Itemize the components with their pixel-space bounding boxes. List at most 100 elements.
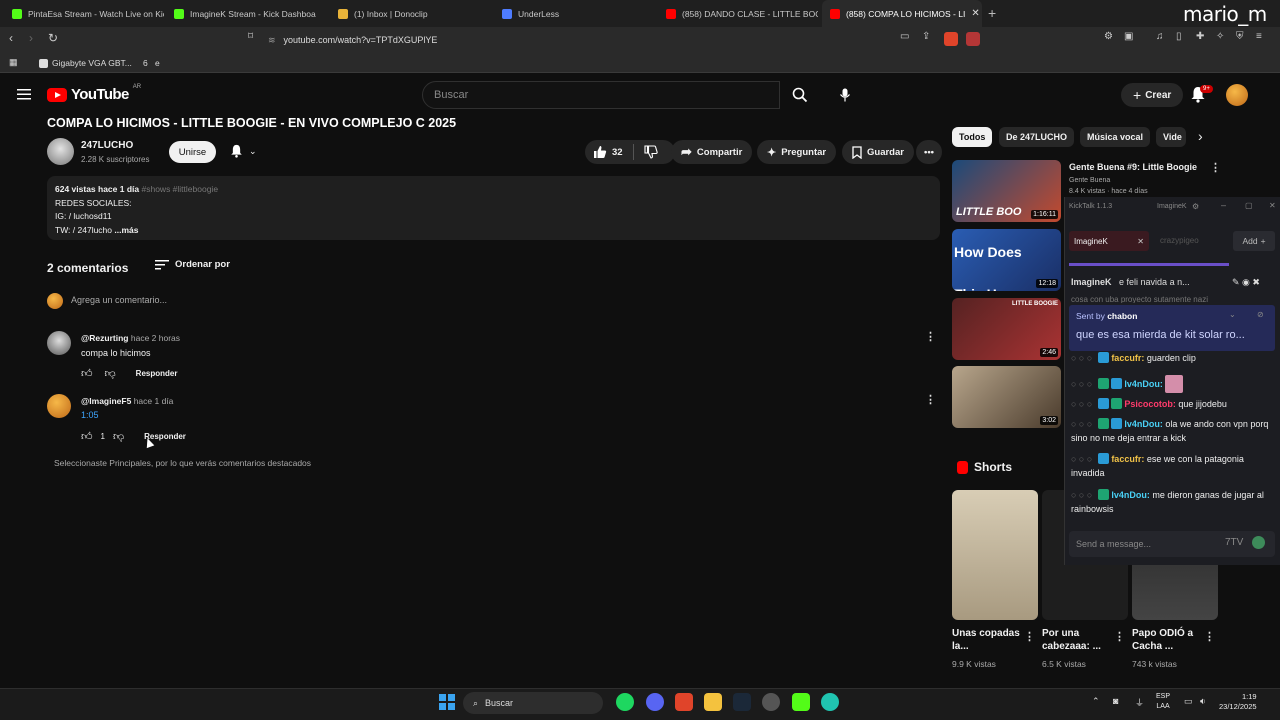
comment-author[interactable]: @Rezurting hace 2 horas xyxy=(81,333,180,343)
volume-icon[interactable]: 🔉︎ xyxy=(1200,696,1206,707)
url-field[interactable]: ≋ youtube.com/watch?v=TPTdXGUPlYE xyxy=(268,31,868,49)
comment-author[interactable]: @ImagineF5 hace 1 día xyxy=(81,396,173,406)
close-tab-icon[interactable]: ✕ xyxy=(1137,237,1144,246)
comment-menu-icon[interactable]: ⋮ xyxy=(925,393,936,406)
kicktalk-icon[interactable] xyxy=(821,693,839,711)
wallet-icon[interactable]: ▣ xyxy=(1124,31,1133,42)
description-line[interactable]: IG: / luchosd11 xyxy=(55,210,932,224)
short-thumbnail[interactable] xyxy=(952,490,1038,620)
taskbar-search[interactable]: ⌕ Buscar xyxy=(463,692,603,714)
account-avatar[interactable] xyxy=(1226,84,1248,106)
browser-tab[interactable]: (858) DANDO CLASE - LITTLE BOOGIE xyxy=(658,0,818,27)
subscription-bell-button[interactable]: ⌄ xyxy=(230,144,257,158)
file-explorer-icon[interactable] xyxy=(704,693,722,711)
show-more-link[interactable]: ...más xyxy=(114,225,138,235)
pin-icons[interactable]: ✎ ◉ ✖ xyxy=(1232,277,1260,288)
chat-username[interactable]: faccufr: xyxy=(1111,454,1144,464)
description-line[interactable]: TW: / 247lucho xyxy=(55,225,112,235)
forward-icon[interactable]: › xyxy=(29,31,33,45)
close-window-icon[interactable]: ✕ xyxy=(1269,201,1276,210)
search-input[interactable]: Buscar xyxy=(422,81,780,109)
video-title[interactable]: Gente Buena #9: Little Boogie xyxy=(1069,162,1197,172)
pinned-user[interactable]: ImagineK xyxy=(1071,277,1112,287)
tray-chevron-icon[interactable]: ⌃ xyxy=(1092,696,1100,707)
brave-shield-icon[interactable] xyxy=(944,32,958,46)
message-tools[interactable]: ○ ○ ○ xyxy=(1071,353,1092,363)
close-tab-icon[interactable]: ✕ xyxy=(971,8,979,19)
reload-icon[interactable]: ↻ xyxy=(48,31,58,45)
minimize-icon[interactable]: – xyxy=(1221,200,1226,210)
unpin-icon[interactable]: ⊘ xyxy=(1257,310,1264,319)
short-title[interactable]: Papo ODIÓ a Cacha ... xyxy=(1132,627,1202,653)
comment-like-icon[interactable]: 👍︎ xyxy=(81,367,93,380)
chat-username[interactable]: lv4nDou: xyxy=(1111,490,1150,500)
tray-app-icon[interactable]: ◙ xyxy=(1113,696,1118,706)
more-actions-button[interactable]: ••• xyxy=(916,140,942,164)
maximize-icon[interactable]: ▢ xyxy=(1245,201,1253,210)
cast-icon[interactable]: ▭ xyxy=(900,31,909,42)
youtube-logo[interactable]: YouTube AR xyxy=(47,84,141,103)
hamburger-menu-icon[interactable] xyxy=(16,86,32,102)
hashtags[interactable]: #shows #littleboogie xyxy=(142,184,219,194)
save-button[interactable]: Guardar xyxy=(842,140,914,164)
chip-vocal-music[interactable]: Música vocal xyxy=(1080,127,1151,147)
browser-tab[interactable]: (1) Inbox | Donoclip xyxy=(330,0,490,27)
video-menu-icon[interactable]: ⋮ xyxy=(1210,161,1221,174)
chat-username[interactable]: lv4nDou: xyxy=(1124,379,1163,389)
network-icon[interactable]: ▭ xyxy=(1184,696,1193,707)
message-tools[interactable]: ○ ○ ○ xyxy=(1071,419,1092,429)
bookmark-icon[interactable]: ⌑ xyxy=(248,31,253,42)
message-tools[interactable]: ○ ○ ○ xyxy=(1071,379,1092,389)
input-language[interactable]: ESP LAA xyxy=(1156,692,1170,712)
video-thumbnail[interactable]: How Does This Happ 12:18 xyxy=(952,229,1061,291)
comment-avatar[interactable] xyxy=(47,394,71,418)
share-button[interactable]: ➦ Compartir xyxy=(671,140,753,164)
search-button[interactable] xyxy=(780,81,820,109)
video-channel[interactable]: Gente Buena xyxy=(1069,177,1110,184)
comment-dislike-icon[interactable]: 👎︎ xyxy=(105,367,116,380)
voice-search-button[interactable] xyxy=(834,84,856,106)
timestamp-link[interactable]: 1:05 xyxy=(81,410,99,420)
menu-icon[interactable]: ≡ xyxy=(1256,31,1262,42)
reply-button[interactable]: Responder xyxy=(136,369,178,378)
comment-avatar[interactable] xyxy=(47,331,71,355)
video-thumbnail[interactable]: 3:02 xyxy=(952,366,1061,428)
bookmark-item[interactable]: 6 xyxy=(143,58,148,68)
chip-channel[interactable]: De 247LUCHO xyxy=(999,127,1075,147)
bookmark-item[interactable]: Gigabyte VGA GBT... xyxy=(39,58,132,68)
short-menu-icon[interactable]: ⋮ xyxy=(1204,630,1215,643)
emoji-icon[interactable] xyxy=(1252,536,1265,549)
message-tools[interactable]: ○ ○ ○ xyxy=(1071,399,1092,409)
extensions-icon[interactable]: ⚙ xyxy=(1104,31,1113,42)
sidebar-icon[interactable]: ▯ xyxy=(1176,31,1182,42)
short-title[interactable]: Por una cabezaaa: ... xyxy=(1042,627,1112,653)
new-tab-icon[interactable]: + xyxy=(988,5,996,21)
emote-picker-icon[interactable]: 7TV xyxy=(1225,537,1243,548)
comment-menu-icon[interactable]: ⋮ xyxy=(925,330,936,343)
apps-icon[interactable]: ▦ xyxy=(9,57,18,68)
system-clock[interactable]: 1:19 23/12/2025 xyxy=(1219,692,1257,712)
join-button[interactable]: Unirse xyxy=(169,141,216,163)
extension-icon[interactable] xyxy=(966,32,980,46)
video-thumbnail[interactable]: LITTLE BOOGIE 2:46 xyxy=(952,298,1061,360)
chat-username[interactable]: Psicocotob: xyxy=(1124,399,1176,409)
channel-avatar[interactable] xyxy=(47,138,74,165)
discord-icon[interactable] xyxy=(646,693,664,711)
chat-message-input[interactable]: Send a message... xyxy=(1069,531,1275,557)
puzzle-icon[interactable]: ✚ xyxy=(1196,31,1204,42)
comment-author-name[interactable]: @Rezurting xyxy=(81,333,128,343)
sent-by-user[interactable]: chabon xyxy=(1107,311,1137,321)
browser-tab[interactable]: UnderLess xyxy=(494,0,654,27)
leo-icon[interactable]: ✧ xyxy=(1216,31,1224,42)
short-menu-icon[interactable]: ⋮ xyxy=(1114,630,1125,643)
channel-name[interactable]: 247LUCHO xyxy=(81,140,133,151)
message-tools[interactable]: ○ ○ ○ xyxy=(1071,454,1092,464)
video-description[interactable]: 624 vistas hace 1 día #shows #littleboog… xyxy=(47,176,940,240)
spotify-icon[interactable] xyxy=(616,693,634,711)
add-comment-input[interactable]: Agrega un comentario... xyxy=(71,295,167,305)
brave-icon[interactable] xyxy=(675,693,693,711)
chat-tab-active[interactable]: ImagineK ✕ xyxy=(1069,231,1149,251)
comment-like-icon[interactable]: 👍︎ xyxy=(81,430,93,443)
share-icon[interactable]: ⇪ xyxy=(922,31,930,42)
comment-author-name[interactable]: @ImagineF5 xyxy=(81,396,131,406)
